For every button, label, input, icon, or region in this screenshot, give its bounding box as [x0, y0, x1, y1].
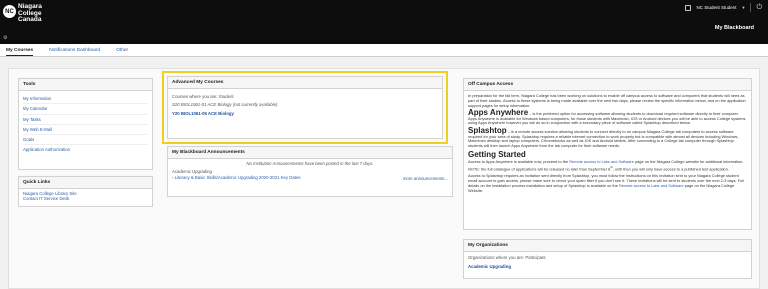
quick-links-title: Quick Links	[19, 177, 152, 189]
organization-academic-upgrading[interactable]: Academic Upgrading	[468, 264, 747, 270]
user-menu[interactable]: NC Student Student ▼ ⏻	[685, 3, 762, 12]
top-bar: NC Niagara College Canada NC Student Stu…	[0, 0, 768, 44]
apps-anywhere-paragraph: Apps Anywhere – is the preferred option …	[468, 107, 746, 126]
settings-icon[interactable]: ⚙	[3, 35, 7, 41]
logout-icon[interactable]: ⏻	[756, 4, 762, 12]
getting-started-paragraph: Access to Apps Anywhere is available now…	[468, 158, 744, 172]
off-campus-access-module: Off Campus Access In preparation for the…	[463, 78, 752, 230]
organizations-title: My Organizations	[464, 240, 751, 252]
my-organizations-module: My Organizations Organizations where you…	[463, 239, 752, 279]
user-name[interactable]: NC Student Student	[696, 5, 736, 10]
tab-other[interactable]: Other	[116, 48, 128, 53]
highlight-box	[162, 71, 448, 144]
quick-links-module: Quick Links Niagara College Library Site…	[18, 176, 153, 207]
user-icon	[685, 4, 692, 11]
logo-wordmark: Niagara College Canada	[18, 3, 42, 23]
quick-link-it-service-desk[interactable]: Contact IT Service Desk	[23, 196, 148, 201]
announcements-module: My Blackboard Announcements No Instituti…	[167, 146, 453, 197]
tools-title: Tools	[19, 79, 152, 91]
tab-bar: My Courses Notifications Dashboard Other	[0, 44, 768, 57]
tab-notifications-dashboard[interactable]: Notifications Dashboard	[49, 48, 100, 53]
tool-application-authorization[interactable]: Application Authorization	[23, 145, 148, 154]
off-campus-title: Off Campus Access	[464, 79, 751, 91]
tool-my-tasks[interactable]: My Tasks	[23, 115, 148, 125]
chevron-down-icon[interactable]: ▼	[741, 5, 745, 10]
tab-my-courses[interactable]: My Courses	[6, 48, 34, 56]
splashtop-access-paragraph: Access to Splashtop requires an invitati…	[468, 173, 744, 193]
remote-access-link[interactable]: Remote access to Labs and Software	[569, 159, 634, 164]
announcement-link[interactable]: Literacy & Basic Skills/Academic Upgradi…	[175, 175, 301, 181]
divider	[750, 3, 752, 12]
logo-mark: NC	[3, 5, 16, 18]
tool-goals[interactable]: Goals	[23, 135, 148, 146]
off-campus-intro: In preparation for the fall term, Niagar…	[468, 93, 746, 108]
tool-my-information[interactable]: My Information	[23, 94, 148, 105]
remote-access-link-2[interactable]: Remote access to Labs and Software	[619, 183, 684, 188]
tool-my-web-email[interactable]: My Web E-Mail	[23, 125, 148, 136]
announcements-title: My Blackboard Announcements	[168, 147, 452, 159]
organizations-role-label: Organizations where you are: Participant	[468, 255, 546, 260]
tools-module: Tools My Information My Calendar My Task…	[18, 78, 153, 170]
tool-my-calendar[interactable]: My Calendar	[23, 104, 148, 115]
college-logo[interactable]: NC Niagara College Canada	[3, 3, 42, 24]
my-blackboard-link[interactable]: My Blackboard	[715, 25, 754, 31]
no-announcements-text: No Institution Announcements have been p…	[246, 161, 374, 166]
splashtop-paragraph: Splashtop – is a remote access solution …	[468, 125, 739, 149]
